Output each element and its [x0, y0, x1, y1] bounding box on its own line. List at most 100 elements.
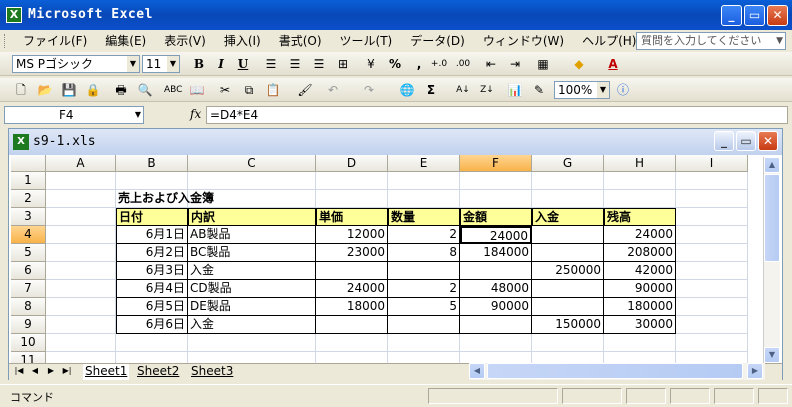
- table-cell[interactable]: 23000: [316, 244, 388, 262]
- minimize-button[interactable]: _: [721, 5, 742, 26]
- tab-sheet3[interactable]: Sheet3: [189, 364, 235, 380]
- table-cell[interactable]: 6月1日: [116, 226, 188, 244]
- cell[interactable]: [46, 172, 116, 190]
- table-cell[interactable]: [316, 262, 388, 280]
- cell[interactable]: [604, 190, 676, 208]
- decrease-decimal-icon[interactable]: .00: [454, 55, 472, 73]
- percent-icon[interactable]: %: [386, 55, 404, 73]
- format-painter-icon[interactable]: 🖌: [296, 81, 314, 99]
- table-cell[interactable]: 2: [388, 280, 460, 298]
- formula-input[interactable]: =D4*E4: [206, 106, 788, 124]
- table-cell[interactable]: 6月2日: [116, 244, 188, 262]
- menu-data[interactable]: データ(D): [401, 30, 474, 52]
- font-color-icon[interactable]: A: [604, 55, 622, 73]
- table-cell[interactable]: 12000: [316, 226, 388, 244]
- last-sheet-icon[interactable]: ▶|: [61, 366, 73, 375]
- cell[interactable]: [46, 226, 116, 244]
- table-cell[interactable]: [532, 280, 604, 298]
- tab-sheet1[interactable]: Sheet1: [83, 364, 130, 380]
- hyperlink-icon[interactable]: 🌐: [398, 81, 416, 99]
- row-header-10[interactable]: 10: [11, 334, 46, 352]
- save-icon[interactable]: 💾: [60, 81, 78, 99]
- autosum-icon[interactable]: Σ: [422, 81, 440, 99]
- align-center-icon[interactable]: ☰: [286, 55, 304, 73]
- cell[interactable]: [116, 172, 188, 190]
- cell[interactable]: [46, 298, 116, 316]
- menu-insert[interactable]: 挿入(I): [215, 30, 270, 52]
- new-file-icon[interactable]: 🗋: [12, 81, 30, 99]
- table-cell[interactable]: [532, 298, 604, 316]
- cell[interactable]: [316, 172, 388, 190]
- comma-icon[interactable]: ,: [410, 55, 428, 73]
- table-cell[interactable]: [460, 316, 532, 334]
- tab-sheet2[interactable]: Sheet2: [135, 364, 181, 380]
- redo-icon[interactable]: ↷: [360, 81, 378, 99]
- table-header[interactable]: 単価: [316, 208, 388, 226]
- table-cell[interactable]: 30000: [604, 316, 676, 334]
- copy-icon[interactable]: ⧉: [240, 81, 258, 99]
- print-icon[interactable]: 🖶: [112, 81, 130, 99]
- cell[interactable]: [676, 172, 748, 190]
- column-header-g[interactable]: G: [532, 155, 604, 172]
- table-header[interactable]: 金額: [460, 208, 532, 226]
- cell[interactable]: [676, 316, 748, 334]
- table-header[interactable]: 内訳: [188, 208, 316, 226]
- scroll-left-icon[interactable]: ◀: [469, 363, 485, 379]
- table-cell[interactable]: 184000: [460, 244, 532, 262]
- row-header-4[interactable]: 4: [11, 226, 46, 244]
- column-header-c[interactable]: C: [188, 155, 316, 172]
- table-header[interactable]: 日付: [116, 208, 188, 226]
- cell[interactable]: [532, 190, 604, 208]
- cell[interactable]: [676, 244, 748, 262]
- table-cell[interactable]: BC製品: [188, 244, 316, 262]
- column-header-i[interactable]: I: [676, 155, 748, 172]
- vertical-scroll-thumb[interactable]: [764, 174, 780, 262]
- cell[interactable]: [46, 280, 116, 298]
- table-header[interactable]: 数量: [388, 208, 460, 226]
- help-search-input[interactable]: 質問を入力してください ▼: [636, 32, 786, 50]
- table-cell[interactable]: 90000: [604, 280, 676, 298]
- menu-edit[interactable]: 編集(E): [96, 30, 155, 52]
- first-sheet-icon[interactable]: |◀: [13, 366, 25, 375]
- cell[interactable]: [532, 172, 604, 190]
- font-size-select[interactable]: 11 ▼: [142, 55, 180, 73]
- chevron-down-icon[interactable]: ▼: [127, 56, 139, 72]
- cell[interactable]: [532, 334, 604, 352]
- active-cell[interactable]: 24000: [460, 226, 532, 244]
- menu-view[interactable]: 表示(V): [155, 30, 215, 52]
- font-name-select[interactable]: MS Pゴシック ▼: [12, 55, 140, 73]
- horizontal-scroll-thumb[interactable]: [487, 363, 743, 379]
- restore-button[interactable]: ▭: [744, 5, 765, 26]
- table-cell[interactable]: [460, 262, 532, 280]
- cell[interactable]: [116, 334, 188, 352]
- table-cell[interactable]: 48000: [460, 280, 532, 298]
- help-icon[interactable]: ⓘ: [614, 81, 632, 99]
- increase-indent-icon[interactable]: ⇥: [506, 55, 524, 73]
- align-right-icon[interactable]: ☰: [310, 55, 328, 73]
- chevron-down-icon[interactable]: ▼: [167, 56, 179, 72]
- cell[interactable]: [388, 172, 460, 190]
- cell[interactable]: [460, 172, 532, 190]
- insert-function-icon[interactable]: fx: [190, 107, 201, 121]
- chevron-down-icon[interactable]: ▼: [135, 107, 141, 123]
- table-cell[interactable]: 250000: [532, 262, 604, 280]
- cell[interactable]: [46, 262, 116, 280]
- cell[interactable]: [676, 208, 748, 226]
- table-header[interactable]: 入金: [532, 208, 604, 226]
- row-header-7[interactable]: 7: [11, 280, 46, 298]
- column-header-e[interactable]: E: [388, 155, 460, 172]
- cell[interactable]: [604, 334, 676, 352]
- cell[interactable]: [46, 334, 116, 352]
- table-cell[interactable]: [316, 316, 388, 334]
- excel-app-icon[interactable]: X: [6, 7, 22, 23]
- cell[interactable]: [676, 226, 748, 244]
- table-cell[interactable]: AB製品: [188, 226, 316, 244]
- align-left-icon[interactable]: ☰: [262, 55, 280, 73]
- scroll-up-icon[interactable]: ▲: [764, 157, 780, 173]
- cell[interactable]: [676, 262, 748, 280]
- workbook-restore-button[interactable]: ▭: [736, 131, 756, 151]
- row-header-6[interactable]: 6: [11, 262, 46, 280]
- name-box[interactable]: F4 ▼: [4, 106, 144, 124]
- cell[interactable]: [460, 334, 532, 352]
- table-cell[interactable]: 2: [388, 226, 460, 244]
